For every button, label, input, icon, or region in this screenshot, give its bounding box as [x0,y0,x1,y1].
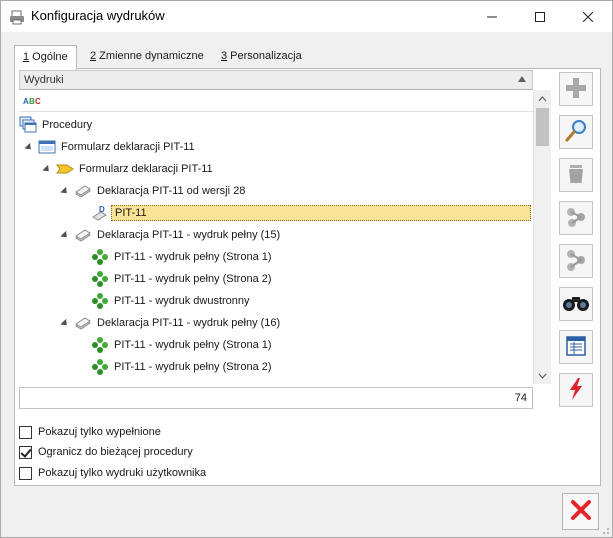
find-button[interactable] [559,287,593,321]
record-count: 74 [19,387,533,409]
tree-node-wydruk16-strona-2[interactable]: PIT-11 - wydruk pełny (Strona 2) [91,356,275,378]
dialog-window: Konfiguracja wydruków 1 Ogólne 2 Zmienne… [0,0,613,538]
expanded-chevron-icon[interactable] [60,318,70,328]
window-title: Konfiguracja wydruków [31,8,165,23]
scroll-up-button[interactable] [534,90,551,107]
tree-node-label: PIT-11 - wydruk pełny (Strona 1) [114,251,272,263]
tree-node-label: Formularz deklaracji PIT-11 [61,141,195,153]
procedures-icon [19,116,37,134]
document-d-icon: D [91,204,109,222]
tree-node-label: Deklaracja PIT-11 od wersji 28 [97,185,246,197]
checkbox-label: Ogranicz do bieżącej procedury [38,446,193,458]
tab-zmienne-dynamiczne[interactable]: 2 Zmienne dynamiczne [82,45,212,69]
tree-node-label: Deklaracja PIT-11 - wydruk pełny (16) [97,317,281,329]
tree-node-label: Deklaracja PIT-11 - wydruk pełny (15) [97,229,281,241]
folder-arrow-icon [56,160,74,178]
chevron-up-icon [538,95,547,101]
svg-text:C: C [35,97,41,106]
delete-button[interactable] [559,158,593,192]
copy-button[interactable] [559,201,593,235]
tree-node-label: PIT-11 - wydruk pełny (Strona 1) [114,339,272,351]
pages-icon [74,314,92,332]
tree-node-label: PIT-11 - wydruk dwustronny [114,295,250,307]
close-window-button[interactable] [565,1,611,32]
option-show-filled[interactable]: Pokazuj tylko wypełnione [19,423,161,441]
edit-button[interactable] [559,115,593,149]
scroll-down-button[interactable] [534,367,551,384]
tree-node-label: Formularz deklaracji PIT-11 [79,163,213,175]
form-window-icon [38,138,56,156]
expanded-chevron-icon[interactable] [60,230,70,240]
tree-node-wydruk-dwustronny[interactable]: PIT-11 - wydruk dwustronny [91,290,253,312]
paste-button[interactable] [559,244,593,278]
tree-node-deklaracja-15[interactable]: Deklaracja PIT-11 - wydruk pełny (15) [60,224,283,246]
pages-icon [74,226,92,244]
option-user-reports-only[interactable]: Pokazuj tylko wydruki użytkownika [19,464,206,482]
tree-node-label: PIT-11 [111,205,531,221]
tree-node-label: PIT-11 - wydruk pełny (Strona 2) [114,273,272,285]
columns-button[interactable] [559,330,593,364]
molecule-icon [564,248,588,275]
magnifier-icon [563,118,589,147]
checkbox-show-filled[interactable] [19,425,32,439]
scroll-thumb[interactable] [536,108,549,146]
table-columns-icon [564,334,588,361]
tree-node-procedury[interactable]: Procedury [19,114,95,136]
expanded-chevron-icon[interactable] [60,186,70,196]
add-button[interactable] [559,72,593,106]
trash-icon [564,162,588,189]
resize-grip-icon[interactable] [600,525,610,535]
tree-node-pit11[interactable]: D PIT-11 [91,202,531,224]
minimize-button[interactable] [469,1,515,32]
pages-icon [74,182,92,200]
tree-node-wydruk16-strona-1[interactable]: PIT-11 - wydruk pełny (Strona 1) [91,334,275,356]
green-dots-icon [91,292,109,310]
binoculars-icon [562,293,590,316]
molecule-icon [564,205,588,232]
green-dots-icon [91,358,109,376]
report-tree: Procedury Formularz deklaracji PIT-11 Fo… [19,112,533,384]
checkbox-label: Pokazuj tylko wydruki użytkownika [38,467,207,479]
maximize-button[interactable] [517,1,563,32]
sort-ascending-icon [518,76,526,82]
expanded-chevron-icon[interactable] [42,164,52,174]
checkbox-label: Pokazuj tylko wypełnione [38,426,161,438]
tree-node-deklaracja-16[interactable]: Deklaracja PIT-11 - wydruk pełny (16) [60,312,283,334]
expanded-chevron-icon[interactable] [24,142,34,152]
checkbox-limit-current-procedure[interactable] [19,445,32,459]
lightning-icon [564,377,588,404]
tree-scrollbar[interactable] [533,90,551,384]
tab-personalizacja[interactable]: 3 Personalizacja [213,45,310,69]
tree-node-wydruk-strona-2[interactable]: PIT-11 - wydruk pełny (Strona 2) [91,268,275,290]
tree-node-label: Procedury [42,119,93,131]
tree-node-deklaracja-28[interactable]: Deklaracja PIT-11 od wersji 28 [60,180,248,202]
tree-node-form-window[interactable]: Formularz deklaracji PIT-11 [24,136,198,158]
green-dots-icon [91,336,109,354]
cancel-button[interactable] [562,493,599,530]
green-dots-icon [91,248,109,266]
title-bar: Konfiguracja wydruków [1,1,612,32]
printer-config-icon [9,9,25,25]
filter-row[interactable]: A B C [19,90,533,112]
option-limit-current-procedure[interactable]: Ogranicz do bieżącej procedury [19,443,193,461]
green-dots-icon [91,270,109,288]
chevron-down-icon [538,373,547,379]
tree-node-wydruk-strona-1[interactable]: PIT-11 - wydruk pełny (Strona 1) [91,246,275,268]
abc-filter-icon: A B C [23,95,43,109]
column-header-label: Wydruki [24,74,64,86]
plus-icon [564,76,588,103]
grid-column-header[interactable]: Wydruki [19,70,533,90]
red-x-icon [570,499,592,524]
tree-node-label: PIT-11 - wydruk pełny (Strona 2) [114,361,272,373]
svg-text:D: D [99,205,105,214]
tree-node-form-folder[interactable]: Formularz deklaracji PIT-11 [42,158,216,180]
checkbox-user-reports-only[interactable] [19,466,32,480]
tab-ogolne[interactable]: 1 Ogólne [14,45,77,70]
run-button[interactable] [559,373,593,407]
